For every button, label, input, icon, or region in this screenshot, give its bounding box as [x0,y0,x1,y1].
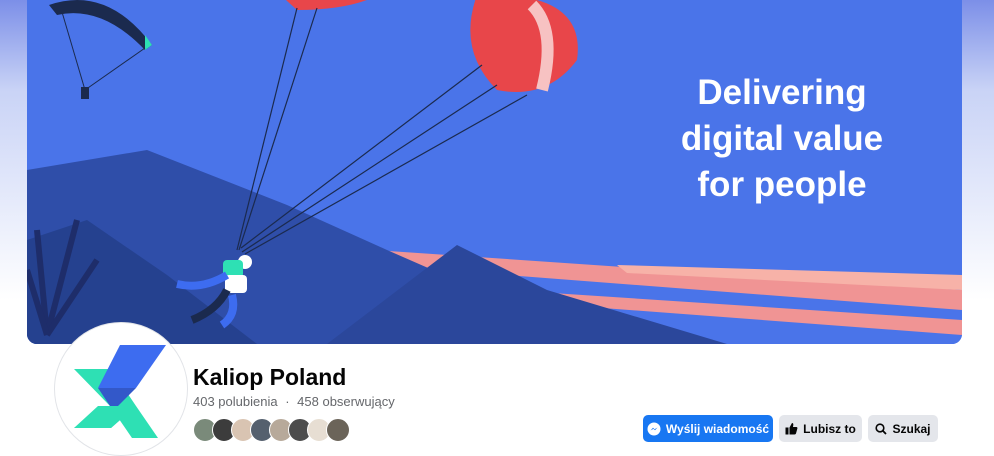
stats-separator: · [285,394,290,409]
profile-picture[interactable] [55,323,187,455]
messenger-icon [647,422,661,436]
slogan-line: for people [697,165,867,204]
search-page-button[interactable]: Szukaj [868,415,938,442]
like-page-button[interactable]: Lubisz to [779,415,862,442]
friend-avatars [193,418,350,442]
followers-count[interactable]: 458 obserwujący [297,394,395,409]
slogan-line: digital value [680,119,884,158]
search-page-label: Szukaj [892,421,931,436]
likes-count[interactable]: 403 polubienia [193,394,278,409]
send-message-button[interactable]: Wyślij wiadomość [643,415,773,442]
like-page-label: Lubisz to [803,421,856,436]
page-title: Kaliop Poland [193,364,347,390]
thumbs-up-icon [785,422,798,435]
search-icon [875,422,888,435]
avatar[interactable] [326,418,350,442]
kaliop-logo-icon [74,345,166,438]
cover-photo[interactable]: Delivering digital value for people [27,0,962,344]
send-message-label: Wyślij wiadomość [665,421,770,436]
slogan-line: Delivering [697,73,867,112]
cover-slogan: Delivering digital value for people [647,70,917,208]
page-stats: 403 polubienia · 458 obserwujący [193,394,395,409]
